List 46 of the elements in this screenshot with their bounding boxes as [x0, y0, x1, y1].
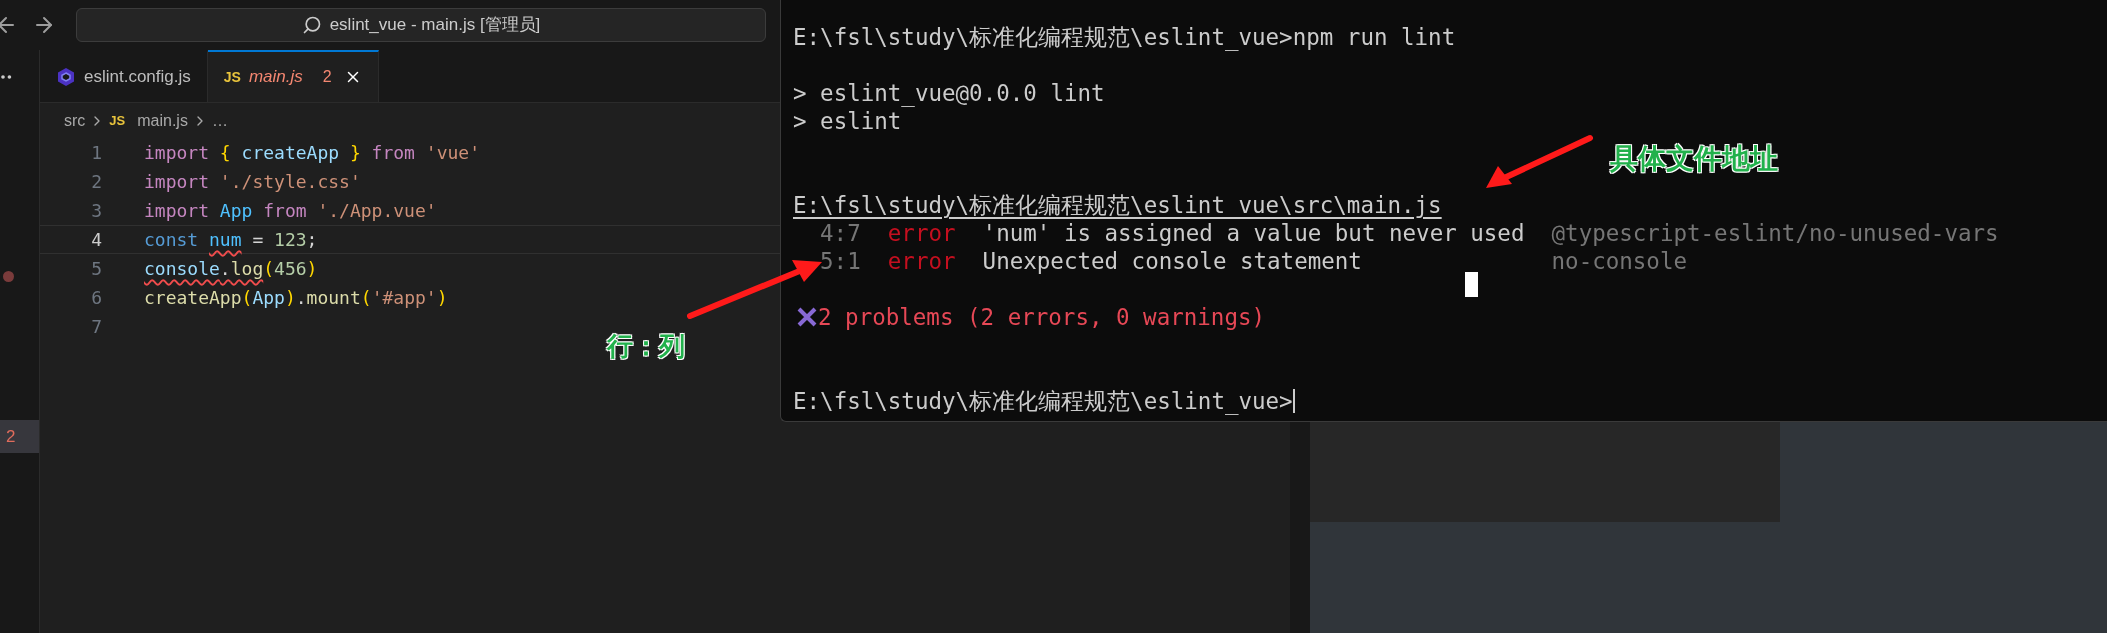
annotation-label: 具体文件地址: [1610, 142, 1778, 176]
editor-tab[interactable]: JS main.js 2: [207, 50, 379, 102]
code-line: createApp(App).mount('#app'): [144, 286, 448, 310]
terminal-output: > eslint: [793, 108, 902, 134]
line-number: 1: [90, 141, 103, 165]
error-message: 'num' is assigned a value but never used: [982, 219, 1526, 247]
line-number: 5: [90, 257, 103, 281]
line-column: 5:1: [820, 247, 888, 275]
cross-icon: [796, 306, 818, 328]
terminal-prompt: E:\fsl\study\标准化编程规范\eslint_vue>: [793, 387, 1293, 415]
problem-count: 2: [322, 67, 332, 87]
line-number: 6: [90, 286, 103, 310]
line-number: 3: [90, 199, 103, 223]
file-path: E:\fsl\study\标准化编程规范\eslint_vue\src\main.js: [793, 192, 1442, 218]
breadcrumb-file[interactable]: main.js: [137, 108, 188, 133]
line-column: 4:7: [820, 219, 888, 247]
rule-name: @typescript-eslint/no-unused-vars: [1551, 219, 1999, 247]
tab-label: main.js: [248, 66, 303, 89]
terminal-prompt: E:\fsl\study\标准化编程规范\eslint_vue>npm run lint: [793, 23, 1456, 51]
line-number: 7: [90, 315, 103, 339]
code-line: console.log(456): [144, 257, 318, 281]
code-line: const num = 123;: [144, 228, 318, 252]
hexagon-icon: [56, 67, 76, 87]
line-number: 4: [90, 228, 103, 252]
breadcrumb-folder[interactable]: src: [64, 108, 86, 133]
search-icon: [301, 15, 322, 35]
js-file-icon: JS: [109, 110, 126, 131]
command-search-field[interactable]: eslint_vue - main.js [管理员]: [76, 8, 766, 42]
breadcrumb-more[interactable]: …: [211, 108, 228, 133]
annotation-label: 行：列: [607, 330, 685, 363]
window-title: eslint_vue - main.js [管理员]: [329, 14, 541, 37]
problem-badge[interactable]: 2: [0, 420, 39, 453]
js-file-icon: JS: [223, 66, 241, 88]
problem-summary: 2 problems (2 errors, 0 warnings): [818, 303, 1266, 331]
line-number: 2: [90, 170, 103, 194]
block-cursor: [1465, 272, 1478, 297]
text-cursor: [1292, 389, 1295, 413]
rule-name: no-console: [1551, 247, 1687, 275]
error-message: Unexpected console statement: [982, 247, 1363, 275]
severity: error: [887, 247, 957, 275]
code-line: import { createApp } from 'vue': [144, 141, 480, 165]
tab-label: eslint.config.js: [84, 66, 191, 89]
severity: error: [887, 219, 957, 247]
code-line: import './style.css': [144, 170, 361, 194]
terminal-output: > eslint_vue@0.0.0 lint: [793, 80, 1105, 106]
code-line: import App from './App.vue': [144, 199, 437, 223]
